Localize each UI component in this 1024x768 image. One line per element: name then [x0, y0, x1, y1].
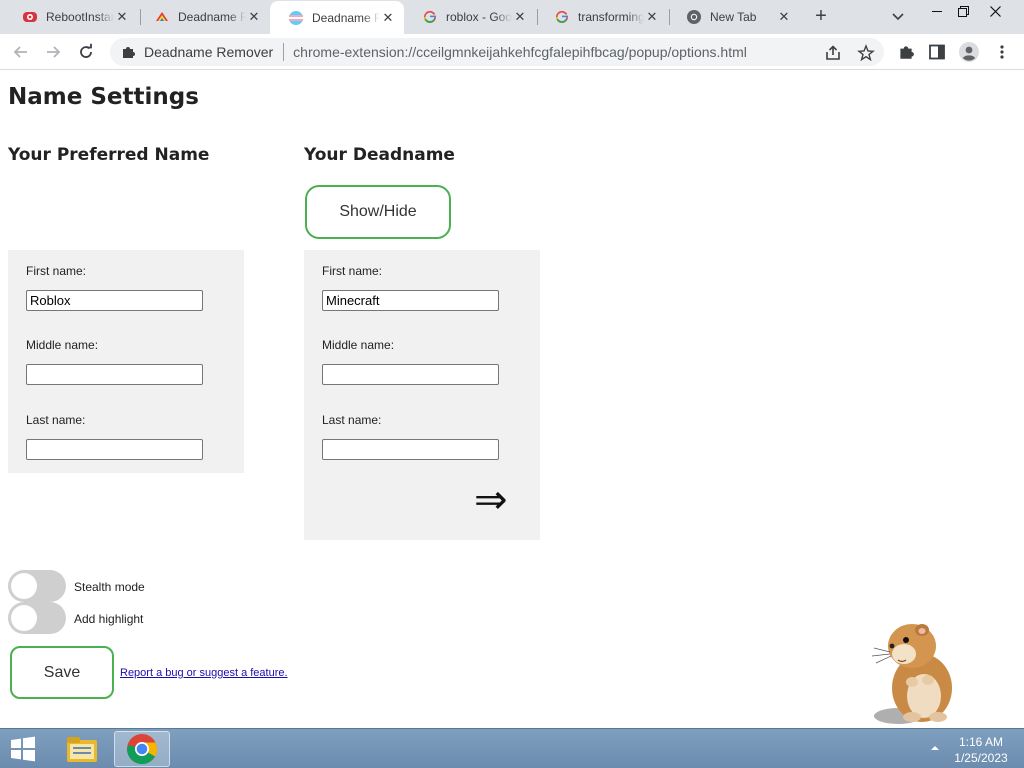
reload-button[interactable]: [75, 41, 97, 63]
close-icon[interactable]: ✕: [512, 9, 528, 25]
forward-button[interactable]: [42, 41, 64, 63]
rainbow-favicon: [156, 12, 168, 21]
tab-transforming[interactable]: transforming ✕: [536, 0, 668, 34]
new-tab-button[interactable]: +: [810, 6, 832, 28]
browser-toolbar: Deadname Remover chrome-extension://ccei…: [0, 34, 1024, 70]
toggle-knob: [11, 605, 37, 631]
tab-title: RebootInstan: [46, 10, 114, 24]
avatar-icon: [959, 42, 979, 62]
options-page: Name Settings Your Preferred Name Your D…: [0, 71, 1024, 728]
close-icon[interactable]: ✕: [776, 9, 792, 25]
folder-icon: [67, 737, 97, 762]
report-bug-link[interactable]: Report a bug or suggest a feature.: [120, 667, 288, 679]
save-button[interactable]: Save: [10, 646, 114, 699]
tab-rebootinstan[interactable]: RebootInstan ✕: [4, 0, 138, 34]
share-icon[interactable]: [824, 44, 842, 62]
taskbar: 1:16 AM 1/25/2023: [0, 728, 1024, 768]
omnibox-divider: [283, 43, 285, 61]
google-g-icon: [556, 10, 568, 23]
chrome-icon: [687, 10, 701, 24]
clock-date: 1/25/2023: [954, 751, 1008, 765]
deadname-last-name-label: Last name:: [322, 413, 382, 427]
close-icon[interactable]: ✕: [380, 10, 396, 26]
hamster-mascot-image: [871, 624, 952, 724]
chevron-down-icon[interactable]: [888, 9, 908, 25]
tab-title: transforming: [578, 10, 644, 24]
deadname-last-name-input[interactable]: [322, 439, 499, 460]
close-window-button[interactable]: [982, 2, 1008, 20]
close-icon[interactable]: ✕: [246, 9, 262, 25]
tab-new-tab[interactable]: New Tab ✕: [668, 0, 800, 34]
back-arrow-icon: [13, 46, 27, 58]
close-icon[interactable]: ✕: [644, 9, 660, 25]
tab-strip: RebootInstan ✕ Deadname R ✕ Deadname R ✕…: [0, 0, 1024, 34]
system-clock[interactable]: 1:16 AM 1/25/2023: [948, 734, 1014, 766]
url-text[interactable]: chrome-extension://cceilgmnkeijahkehfcgf…: [293, 44, 747, 60]
reload-icon: [80, 43, 92, 58]
toggle-knob: [11, 573, 37, 599]
minimize-button[interactable]: [924, 2, 950, 20]
double-arrow-right-button[interactable]: ⇒: [474, 480, 508, 520]
add-highlight-toggle[interactable]: [8, 602, 66, 634]
add-highlight-label: Add highlight: [74, 612, 144, 626]
close-icon: [989, 5, 1001, 17]
preferred-last-name-input[interactable]: [26, 439, 203, 460]
deadname-first-name-input[interactable]: [322, 290, 499, 311]
side-panel-button[interactable]: [926, 41, 948, 63]
trans-flag-favicon: [289, 10, 303, 25]
windows-start-icon[interactable]: [8, 735, 38, 763]
omnibox[interactable]: Deadname Remover chrome-extension://ccei…: [110, 38, 884, 66]
close-icon[interactable]: ✕: [114, 9, 130, 25]
restore-icon: [957, 5, 969, 17]
page-title: Name Settings: [8, 84, 199, 110]
stealth-mode-label: Stealth mode: [74, 580, 145, 594]
deadname-heading: Your Deadname: [304, 145, 455, 165]
restore-button[interactable]: [950, 2, 976, 20]
preferred-name-heading: Your Preferred Name: [8, 145, 210, 165]
preferred-last-name-label: Last name:: [26, 413, 86, 427]
kebab-menu-icon: [1000, 45, 1004, 59]
tab-title: New Tab: [710, 10, 757, 24]
minimize-icon: [932, 11, 942, 12]
red-cog-favicon: [23, 12, 37, 22]
chrome-icon: [127, 734, 157, 765]
show-hide-button[interactable]: Show/Hide: [305, 185, 451, 239]
google-g-icon: [424, 10, 436, 23]
tab-title: roblox - Goo: [446, 10, 512, 24]
side-panel-icon: [929, 44, 945, 60]
preferred-middle-name-label: Middle name:: [26, 338, 99, 352]
tab-roblox-google[interactable]: roblox - Goo ✕: [404, 0, 536, 34]
deadname-middle-name-input[interactable]: [322, 364, 499, 385]
preferred-middle-name-input[interactable]: [26, 364, 203, 385]
forward-arrow-icon: [47, 46, 61, 58]
show-hidden-icons-icon[interactable]: [930, 744, 940, 752]
taskbar-file-explorer[interactable]: [54, 731, 110, 767]
clock-time: 1:16 AM: [958, 735, 1004, 749]
deadname-first-name-label: First name:: [322, 264, 383, 278]
stealth-mode-toggle[interactable]: [8, 570, 66, 602]
puzzle-piece-icon: [900, 46, 914, 59]
tab-deadname-1[interactable]: Deadname R ✕: [136, 0, 270, 34]
menu-button[interactable]: [991, 41, 1013, 63]
deadname-middle-name-label: Middle name:: [322, 338, 395, 352]
puzzle-piece-icon: [123, 47, 135, 58]
extensions-button[interactable]: [895, 41, 917, 63]
tab-deadname-active[interactable]: Deadname R ✕: [270, 1, 404, 34]
extension-chip-label: Deadname Remover: [144, 44, 274, 60]
taskbar-chrome[interactable]: [114, 731, 170, 767]
profile-button[interactable]: [958, 41, 980, 63]
deadname-panel: First name: Middle name: Last name: ⇒: [304, 250, 540, 540]
preferred-name-panel: First name: Middle name: Last name:: [8, 250, 244, 473]
star-bookmark-icon[interactable]: [857, 44, 875, 62]
back-button[interactable]: [10, 41, 32, 63]
tab-title: Deadname R: [312, 10, 380, 25]
preferred-first-name-input[interactable]: [26, 290, 203, 311]
tab-title: Deadname R: [178, 10, 246, 24]
preferred-first-name-label: First name:: [26, 264, 87, 278]
